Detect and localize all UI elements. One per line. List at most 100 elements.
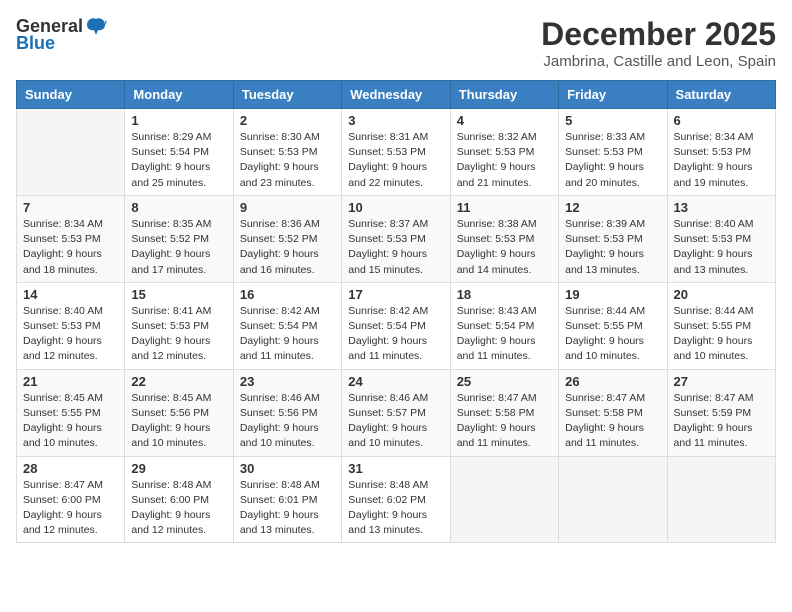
calendar-day-cell: 27 Sunrise: 8:47 AMSunset: 5:59 PMDayligh… bbox=[667, 369, 775, 456]
day-info: Sunrise: 8:48 AMSunset: 6:02 PMDaylight:… bbox=[348, 478, 443, 539]
day-info: Sunrise: 8:46 AMSunset: 5:57 PMDaylight:… bbox=[348, 391, 443, 452]
calendar-week-row: 1Sunrise: 8:29 AMSunset: 5:54 PMDaylight… bbox=[17, 109, 776, 196]
day-number: 20 bbox=[674, 287, 769, 302]
calendar-day-cell: 9 Sunrise: 8:36 AMSunset: 5:52 PMDaylight… bbox=[233, 195, 341, 282]
day-number: 1 bbox=[131, 113, 226, 128]
day-info: Sunrise: 8:47 AMSunset: 5:59 PMDaylight:… bbox=[674, 391, 769, 452]
day-number: 14 bbox=[23, 287, 118, 302]
calendar-week-row: 28 Sunrise: 8:47 AMSunset: 6:00 PMDayligh… bbox=[17, 456, 776, 543]
calendar-day-cell: 16Sunrise: 8:42 AMSunset: 5:54 PMDayligh… bbox=[233, 282, 341, 369]
day-number: 26 bbox=[565, 374, 660, 389]
calendar-day-cell: 30 Sunrise: 8:48 AMSunset: 6:01 PMDayligh… bbox=[233, 456, 341, 543]
day-number: 15 bbox=[131, 287, 226, 302]
calendar-day-cell bbox=[450, 456, 558, 543]
weekday-header: Friday bbox=[559, 81, 667, 109]
day-number: 23 bbox=[240, 374, 335, 389]
calendar-day-cell bbox=[17, 109, 125, 196]
month-title: December 2025 bbox=[541, 16, 776, 53]
calendar-week-row: 14 Sunrise: 8:40 AMSunset: 5:53 PMDayligh… bbox=[17, 282, 776, 369]
day-number: 29 bbox=[131, 461, 226, 476]
day-info: Sunrise: 8:40 AMSunset: 5:53 PMDaylight:… bbox=[674, 217, 769, 278]
calendar-day-cell: 8 Sunrise: 8:35 AMSunset: 5:52 PMDaylight… bbox=[125, 195, 233, 282]
calendar-day-cell: 20 Sunrise: 8:44 AMSunset: 5:55 PMDayligh… bbox=[667, 282, 775, 369]
weekday-header: Monday bbox=[125, 81, 233, 109]
weekday-header: Thursday bbox=[450, 81, 558, 109]
calendar-day-cell: 14 Sunrise: 8:40 AMSunset: 5:53 PMDayligh… bbox=[17, 282, 125, 369]
calendar-day-cell: 3Sunrise: 8:31 AMSunset: 5:53 PMDaylight… bbox=[342, 109, 450, 196]
calendar-day-cell: 13 Sunrise: 8:40 AMSunset: 5:53 PMDayligh… bbox=[667, 195, 775, 282]
calendar-day-cell: 23Sunrise: 8:46 AMSunset: 5:56 PMDayligh… bbox=[233, 369, 341, 456]
calendar-day-cell: 21 Sunrise: 8:45 AMSunset: 5:55 PMDayligh… bbox=[17, 369, 125, 456]
day-info: Sunrise: 8:37 AMSunset: 5:53 PMDaylight:… bbox=[348, 217, 443, 278]
calendar-day-cell: 4 Sunrise: 8:32 AMSunset: 5:53 PMDaylight… bbox=[450, 109, 558, 196]
weekday-header: Wednesday bbox=[342, 81, 450, 109]
day-info: Sunrise: 8:36 AMSunset: 5:52 PMDaylight:… bbox=[240, 217, 335, 278]
title-section: December 2025 Jambrina, Castille and Leo… bbox=[541, 16, 776, 70]
logo-blue-text: Blue bbox=[16, 33, 55, 54]
calendar-day-cell: 15 Sunrise: 8:41 AMSunset: 5:53 PMDayligh… bbox=[125, 282, 233, 369]
day-number: 12 bbox=[565, 200, 660, 215]
day-number: 31 bbox=[348, 461, 443, 476]
day-info: Sunrise: 8:38 AMSunset: 5:53 PMDaylight:… bbox=[457, 217, 552, 278]
weekday-header: Sunday bbox=[17, 81, 125, 109]
day-number: 24 bbox=[348, 374, 443, 389]
calendar-day-cell: 28 Sunrise: 8:47 AMSunset: 6:00 PMDayligh… bbox=[17, 456, 125, 543]
day-number: 7 bbox=[23, 200, 118, 215]
day-number: 13 bbox=[674, 200, 769, 215]
calendar-day-cell: 5Sunrise: 8:33 AMSunset: 5:53 PMDaylight… bbox=[559, 109, 667, 196]
day-info: Sunrise: 8:45 AMSunset: 5:55 PMDaylight:… bbox=[23, 391, 118, 452]
calendar-day-cell: 18 Sunrise: 8:43 AMSunset: 5:54 PMDayligh… bbox=[450, 282, 558, 369]
day-info: Sunrise: 8:44 AMSunset: 5:55 PMDaylight:… bbox=[674, 304, 769, 365]
logo: General Blue bbox=[16, 16, 107, 54]
calendar-day-cell: 11 Sunrise: 8:38 AMSunset: 5:53 PMDayligh… bbox=[450, 195, 558, 282]
day-info: Sunrise: 8:32 AMSunset: 5:53 PMDaylight:… bbox=[457, 130, 552, 191]
calendar-day-cell: 25Sunrise: 8:47 AMSunset: 5:58 PMDayligh… bbox=[450, 369, 558, 456]
calendar-table: SundayMondayTuesdayWednesdayThursdayFrid… bbox=[16, 80, 776, 543]
day-info: Sunrise: 8:41 AMSunset: 5:53 PMDaylight:… bbox=[131, 304, 226, 365]
calendar-day-cell bbox=[559, 456, 667, 543]
weekday-header: Tuesday bbox=[233, 81, 341, 109]
day-info: Sunrise: 8:44 AMSunset: 5:55 PMDaylight:… bbox=[565, 304, 660, 365]
calendar-week-row: 7 Sunrise: 8:34 AMSunset: 5:53 PMDaylight… bbox=[17, 195, 776, 282]
day-number: 27 bbox=[674, 374, 769, 389]
day-number: 22 bbox=[131, 374, 226, 389]
calendar-day-cell: 6Sunrise: 8:34 AMSunset: 5:53 PMDaylight… bbox=[667, 109, 775, 196]
day-number: 10 bbox=[348, 200, 443, 215]
day-number: 25 bbox=[457, 374, 552, 389]
calendar-day-cell: 29Sunrise: 8:48 AMSunset: 6:00 PMDayligh… bbox=[125, 456, 233, 543]
calendar-day-cell: 19Sunrise: 8:44 AMSunset: 5:55 PMDayligh… bbox=[559, 282, 667, 369]
day-info: Sunrise: 8:34 AMSunset: 5:53 PMDaylight:… bbox=[23, 217, 118, 278]
calendar-day-cell: 22Sunrise: 8:45 AMSunset: 5:56 PMDayligh… bbox=[125, 369, 233, 456]
calendar-day-cell: 12 Sunrise: 8:39 AMSunset: 5:53 PMDayligh… bbox=[559, 195, 667, 282]
header: General Blue December 2025 Jambrina, Cas… bbox=[16, 16, 776, 70]
day-info: Sunrise: 8:39 AMSunset: 5:53 PMDaylight:… bbox=[565, 217, 660, 278]
day-number: 5 bbox=[565, 113, 660, 128]
day-info: Sunrise: 8:30 AMSunset: 5:53 PMDaylight:… bbox=[240, 130, 335, 191]
day-number: 28 bbox=[23, 461, 118, 476]
day-number: 3 bbox=[348, 113, 443, 128]
day-info: Sunrise: 8:47 AMSunset: 5:58 PMDaylight:… bbox=[565, 391, 660, 452]
day-info: Sunrise: 8:34 AMSunset: 5:53 PMDaylight:… bbox=[674, 130, 769, 191]
calendar-week-row: 21 Sunrise: 8:45 AMSunset: 5:55 PMDayligh… bbox=[17, 369, 776, 456]
day-number: 9 bbox=[240, 200, 335, 215]
day-number: 11 bbox=[457, 200, 552, 215]
logo-bird-icon bbox=[85, 17, 107, 37]
calendar-header-row: SundayMondayTuesdayWednesdayThursdayFrid… bbox=[17, 81, 776, 109]
day-info: Sunrise: 8:35 AMSunset: 5:52 PMDaylight:… bbox=[131, 217, 226, 278]
calendar-day-cell: 24 Sunrise: 8:46 AMSunset: 5:57 PMDayligh… bbox=[342, 369, 450, 456]
day-number: 21 bbox=[23, 374, 118, 389]
day-info: Sunrise: 8:40 AMSunset: 5:53 PMDaylight:… bbox=[23, 304, 118, 365]
day-number: 17 bbox=[348, 287, 443, 302]
day-number: 18 bbox=[457, 287, 552, 302]
calendar-day-cell bbox=[667, 456, 775, 543]
calendar-day-cell: 17Sunrise: 8:42 AMSunset: 5:54 PMDayligh… bbox=[342, 282, 450, 369]
day-info: Sunrise: 8:48 AMSunset: 6:01 PMDaylight:… bbox=[240, 478, 335, 539]
day-info: Sunrise: 8:43 AMSunset: 5:54 PMDaylight:… bbox=[457, 304, 552, 365]
calendar-day-cell: 26 Sunrise: 8:47 AMSunset: 5:58 PMDayligh… bbox=[559, 369, 667, 456]
day-number: 8 bbox=[131, 200, 226, 215]
location-title: Jambrina, Castille and Leon, Spain bbox=[541, 53, 776, 70]
calendar-day-cell: 2Sunrise: 8:30 AMSunset: 5:53 PMDaylight… bbox=[233, 109, 341, 196]
day-number: 4 bbox=[457, 113, 552, 128]
day-number: 30 bbox=[240, 461, 335, 476]
day-info: Sunrise: 8:47 AMSunset: 6:00 PMDaylight:… bbox=[23, 478, 118, 539]
